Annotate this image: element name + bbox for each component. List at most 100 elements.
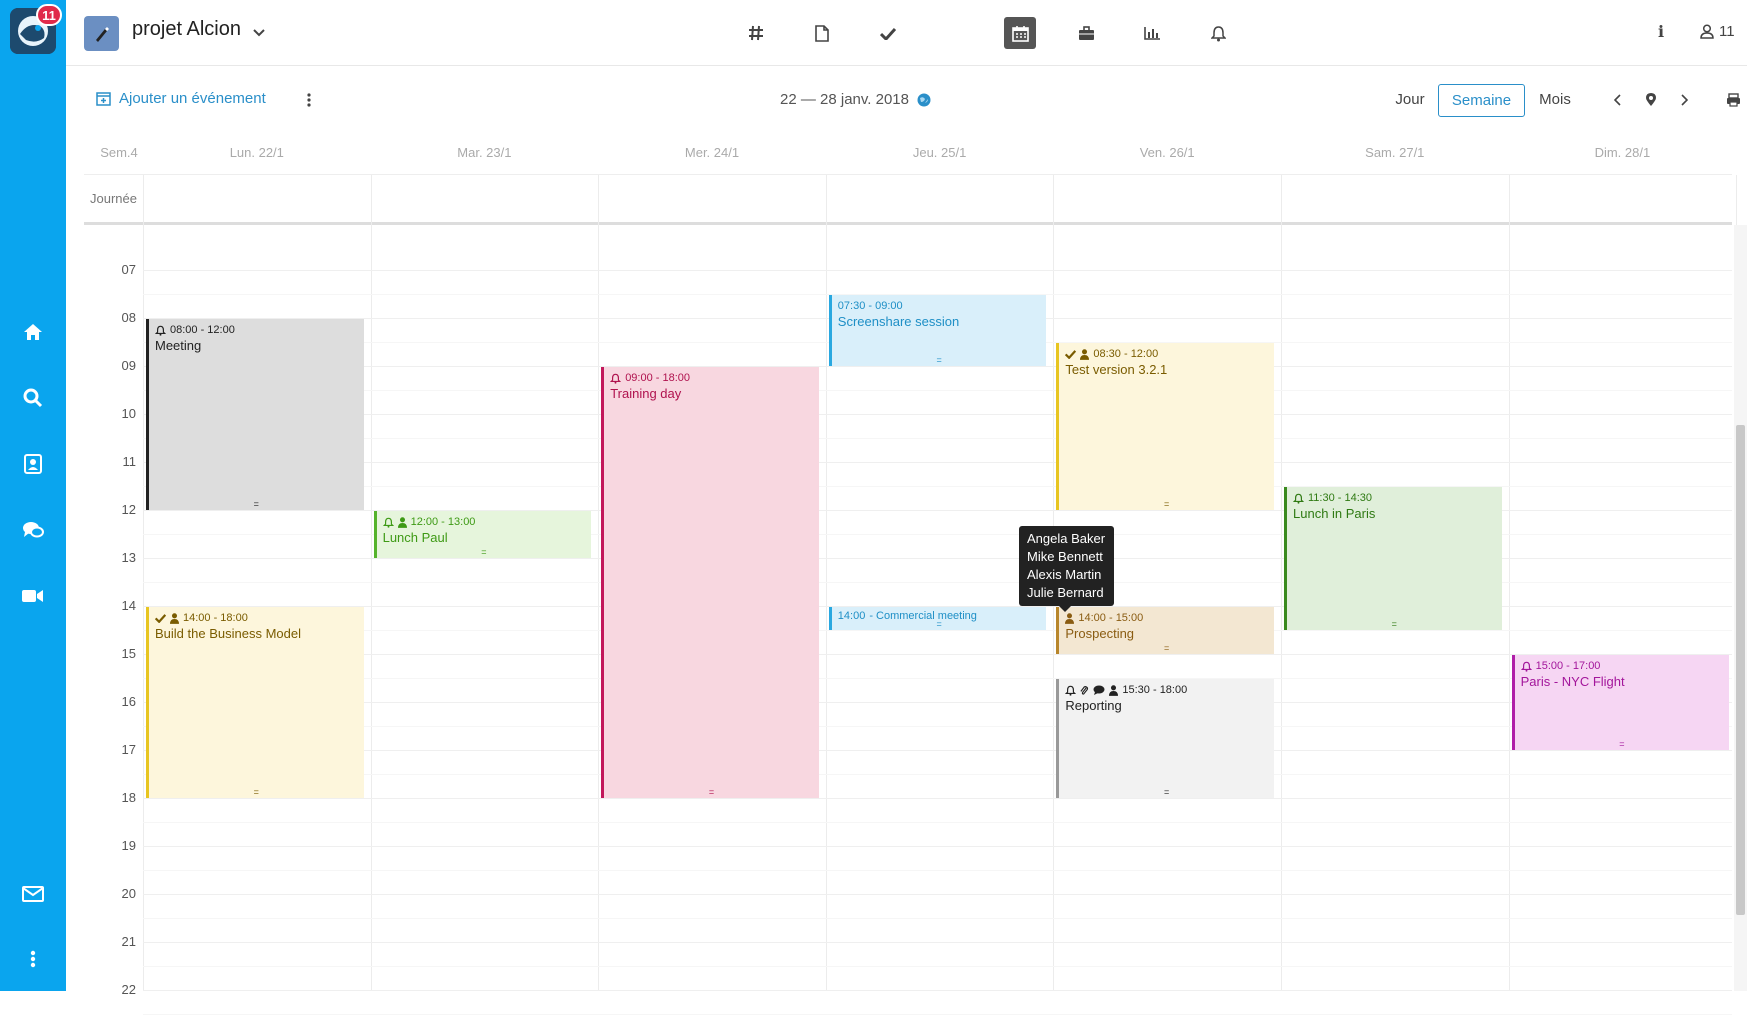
resize-handle[interactable]: =: [1059, 500, 1274, 509]
calendar-event[interactable]: 14:00 - 15:00 Prospecting =: [1056, 607, 1274, 654]
resize-handle[interactable]: =: [377, 548, 592, 557]
more-icon[interactable]: [19, 945, 47, 973]
calendar-event[interactable]: 14:00 - 18:00 Build the Business Model =: [146, 607, 364, 798]
half-hour-line: [143, 726, 1732, 727]
hour-label: 10: [121, 406, 136, 421]
chart-icon[interactable]: [1136, 17, 1168, 49]
add-event-button[interactable]: Ajouter un événement: [96, 90, 266, 107]
all-day-row: Journée: [84, 175, 1732, 223]
event-time-row: 11:30 - 14:30: [1293, 492, 1496, 504]
day-header[interactable]: Mer. 24/1: [637, 145, 787, 160]
event-time: 08:00 - 12:00: [170, 324, 235, 336]
hour-line: [143, 942, 1732, 943]
bell-icon: [1065, 685, 1077, 696]
hour-label: 12: [121, 502, 136, 517]
chevron-left-icon[interactable]: [1610, 92, 1626, 108]
calendar-plus-icon: [96, 92, 111, 106]
chevron-down-icon[interactable]: [253, 24, 265, 42]
bell-icon: [155, 325, 166, 336]
event-time-row: 14:00 - 15:00: [1065, 612, 1268, 624]
tooltip-name: Mike Bennett: [1027, 549, 1103, 564]
calendar-event[interactable]: 09:00 - 18:00 Training day =: [601, 367, 819, 798]
event-time-row: 07:30 - 09:00: [838, 300, 1041, 312]
mail-icon[interactable]: [19, 880, 47, 908]
event-time-row: 15:00 - 17:00: [1520, 660, 1724, 672]
view-month-button[interactable]: Mois: [1535, 84, 1575, 117]
event-title: Paris - NYC Flight: [1520, 674, 1625, 689]
calendar-scrollbar[interactable]: [1734, 225, 1747, 991]
chevron-right-icon[interactable]: [1676, 92, 1692, 108]
chat-icon[interactable]: [19, 516, 47, 544]
resize-handle[interactable]: =: [1515, 740, 1730, 749]
bell-icon: [610, 373, 622, 384]
day-header[interactable]: Mar. 23/1: [409, 145, 559, 160]
info-icon[interactable]: i: [1658, 22, 1664, 41]
day-column-divider: [598, 175, 600, 991]
resize-handle[interactable]: =: [832, 620, 1047, 629]
file-icon[interactable]: [806, 17, 838, 49]
resize-handle[interactable]: =: [832, 356, 1047, 365]
briefcase-icon[interactable]: [1070, 17, 1102, 49]
more-options-icon[interactable]: [306, 92, 314, 108]
half-hour-line: [143, 630, 1732, 631]
resize-handle[interactable]: =: [1287, 620, 1502, 629]
home-icon[interactable]: [19, 318, 47, 346]
clip-icon: [1080, 685, 1089, 696]
calendar-event[interactable]: 14:00- Commercial meeting =: [828, 607, 1047, 630]
day-header[interactable]: Jeu. 25/1: [865, 145, 1015, 160]
check-icon[interactable]: [872, 17, 904, 49]
project-icon[interactable]: [84, 16, 119, 51]
resize-handle[interactable]: =: [149, 788, 364, 797]
resize-handle[interactable]: =: [1059, 788, 1274, 797]
user-icon: [1080, 348, 1090, 360]
contacts-icon[interactable]: [19, 450, 47, 478]
calendar-event[interactable]: 11:30 - 14:30 Lunch in Paris =: [1284, 487, 1502, 630]
event-time: 09:00 - 18:00: [625, 372, 691, 384]
hour-label: 22: [121, 982, 136, 997]
bell-icon[interactable]: [1202, 17, 1234, 49]
view-week-button[interactable]: Semaine: [1438, 84, 1525, 117]
add-event-label: Ajouter un événement: [119, 90, 266, 107]
calendar-event[interactable]: 15:30 - 18:00 Reporting =: [1056, 679, 1274, 798]
day-header[interactable]: Lun. 22/1: [182, 145, 332, 160]
event-time-row: 08:00 - 12:00: [155, 324, 358, 336]
view-day-button[interactable]: Jour: [1390, 84, 1430, 117]
hour-line: [143, 846, 1732, 847]
half-hour-line: [143, 438, 1732, 439]
user-icon: [170, 612, 179, 624]
calendar-event[interactable]: 12:00 - 13:00 Lunch Paul =: [373, 511, 592, 558]
resize-handle[interactable]: =: [1059, 644, 1274, 653]
globe-icon[interactable]: [917, 93, 931, 107]
calendar-event[interactable]: 08:30 - 12:00 Test version 3.2.1 =: [1056, 343, 1274, 510]
day-header[interactable]: Dim. 28/1: [1547, 145, 1697, 160]
hash-icon[interactable]: [740, 17, 772, 49]
user-icon: [1065, 612, 1075, 624]
event-time: 14:00 - 18:00: [183, 612, 248, 624]
day-header[interactable]: Ven. 26/1: [1092, 145, 1242, 160]
calendar-event[interactable]: 08:00 - 12:00 Meeting =: [146, 319, 364, 510]
event-title: Screenshare session: [837, 314, 960, 329]
users-count[interactable]: 11: [1700, 23, 1735, 40]
print-icon[interactable]: [1725, 92, 1741, 108]
event-title: Lunch in Paris: [1293, 506, 1376, 521]
event-time: 12:00 - 13:00: [410, 516, 476, 528]
resize-handle[interactable]: =: [604, 788, 819, 797]
notification-badge: 11: [36, 4, 62, 26]
event-title: Lunch Paul: [382, 530, 448, 545]
location-pin-icon[interactable]: [1643, 92, 1659, 108]
all-day-label: Journée: [90, 191, 137, 206]
video-icon[interactable]: [19, 582, 47, 610]
hour-line: [143, 654, 1732, 655]
search-icon[interactable]: [19, 384, 47, 412]
day-header[interactable]: Sam. 27/1: [1320, 145, 1470, 160]
project-title[interactable]: projet Alcion: [132, 18, 241, 41]
tooltip-name: Alexis Martin: [1027, 567, 1102, 582]
calendar-event[interactable]: 15:00 - 17:00 Paris - NYC Flight =: [1511, 655, 1730, 750]
resize-handle[interactable]: =: [149, 500, 364, 509]
user-count-label: 11: [1719, 23, 1735, 40]
calendar-event[interactable]: 07:30 - 09:00 Screenshare session =: [828, 295, 1047, 366]
event-title: Reporting: [1065, 698, 1122, 713]
event-title: Prospecting: [1065, 626, 1135, 641]
calendar-icon[interactable]: [1004, 17, 1036, 49]
scrollbar-thumb[interactable]: [1736, 425, 1745, 915]
